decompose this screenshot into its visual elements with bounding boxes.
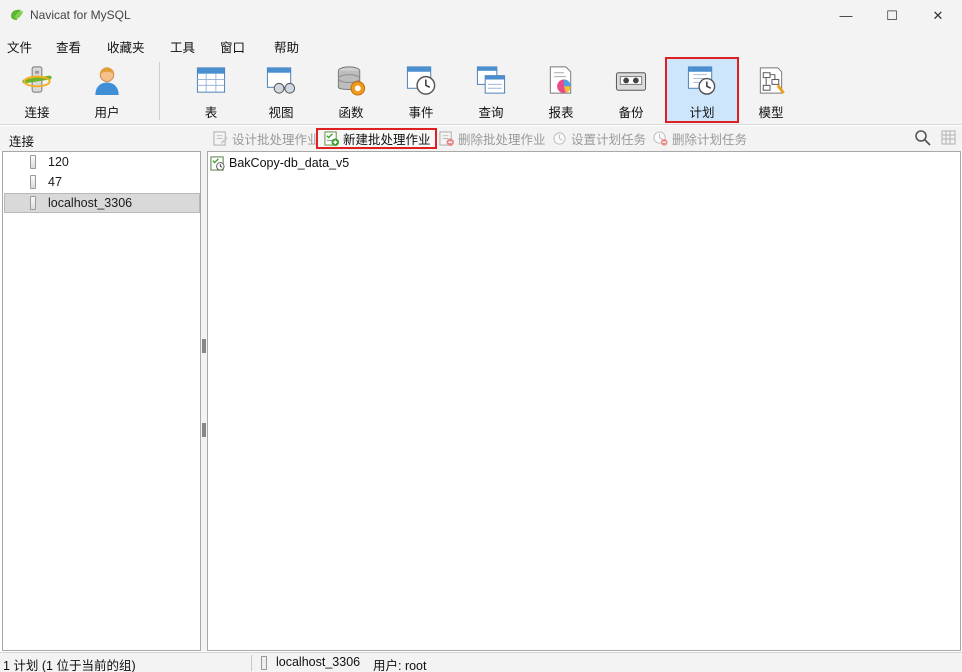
- new-job-icon: [324, 131, 339, 146]
- toolbar-backup-label: 备份: [618, 106, 644, 120]
- connection-item-47[interactable]: 47: [4, 172, 200, 192]
- collapse-left-icon[interactable]: [202, 339, 206, 353]
- schedule-icon: [687, 66, 716, 95]
- search-icon[interactable]: [914, 129, 931, 146]
- set-schedule-icon: [553, 132, 566, 145]
- query-icon: [476, 66, 506, 94]
- toolbar-schedule-button[interactable]: 计划: [665, 57, 739, 123]
- connection-name: localhost_3306: [48, 196, 133, 210]
- set-schedule-task-button[interactable]: 设置计划任务: [550, 128, 646, 149]
- job-name: BakCopy-db_data_v5: [229, 156, 350, 170]
- server-icon: [30, 155, 36, 169]
- toolbar-view-button[interactable]: 视图: [246, 59, 316, 121]
- menu-help[interactable]: 帮助: [274, 37, 299, 56]
- grid-view-icon[interactable]: [940, 129, 957, 146]
- connection-panel-header: 连接: [9, 135, 35, 149]
- toolbar-schedule-label: 计划: [689, 106, 715, 120]
- status-connection: localhost_3306: [276, 655, 361, 669]
- user-icon: [95, 67, 119, 96]
- design-batch-job-button[interactable]: 设计批处理作业: [211, 128, 320, 149]
- main-toolbar: 连接 用户 表 视图 函数 事件 查询 报表 备份 计划 模型: [0, 57, 962, 125]
- menu-favorites[interactable]: 收藏夹: [107, 37, 145, 56]
- design-job-icon: [213, 131, 228, 146]
- menu-bar: 文件 查看 收藏夹 工具 窗口 帮助: [0, 31, 962, 57]
- server-icon: [261, 656, 267, 670]
- schedule-object-list: BakCopy-db_data_v5: [207, 151, 961, 651]
- delete-schedule-task-button[interactable]: 删除计划任务: [651, 128, 747, 149]
- delete-schedule-task-label: 删除计划任务: [672, 133, 748, 147]
- window-title: Navicat for MySQL: [30, 8, 131, 22]
- toolbar-query-button[interactable]: 查询: [456, 59, 526, 121]
- server-icon: [30, 196, 36, 210]
- toolbar-function-label: 函数: [338, 106, 364, 120]
- collapse-right-icon[interactable]: [202, 423, 206, 437]
- toolbar-model-button[interactable]: 模型: [736, 59, 806, 121]
- connection-item-120[interactable]: 120: [4, 152, 200, 172]
- title-bar: Navicat for MySQL — ☐ ✕: [0, 0, 962, 31]
- toolbar-table-button[interactable]: 表: [176, 59, 246, 121]
- menu-window[interactable]: 窗口: [220, 37, 245, 56]
- design-batch-job-label: 设计批处理作业: [232, 133, 320, 147]
- set-schedule-task-label: 设置计划任务: [571, 133, 647, 147]
- toolbar-user-label: 用户: [94, 106, 120, 120]
- model-icon: [759, 67, 785, 94]
- toolbar-connection-button[interactable]: 连接: [2, 59, 72, 121]
- menu-file[interactable]: 文件: [7, 37, 32, 56]
- toolbar-view-label: 视图: [268, 106, 294, 120]
- delete-job-icon: [439, 131, 454, 146]
- delete-batch-job-button[interactable]: 删除批处理作业: [437, 128, 546, 149]
- navicat-logo-icon: [11, 9, 23, 20]
- close-icon: ✕: [932, 7, 944, 23]
- toolbar-user-button[interactable]: 用户: [72, 59, 142, 121]
- maximize-icon: ☐: [886, 7, 898, 23]
- connection-name: 47: [48, 175, 62, 189]
- toolbar-backup-button[interactable]: 备份: [596, 59, 666, 121]
- object-toolbar: 连接 设计批处理作业 新建批处理作业 删除批处理作业 设置计划任务 删除计划任务: [0, 126, 962, 151]
- new-batch-job-label: 新建批处理作业: [343, 133, 431, 147]
- backup-icon: [615, 72, 647, 91]
- toolbar-function-button[interactable]: 函数: [316, 59, 386, 121]
- batch-job-icon: [210, 155, 225, 171]
- status-bar: 1 计划 (1 位于当前的组) localhost_3306 用户: root: [0, 652, 962, 672]
- toolbar-connection-label: 连接: [24, 106, 50, 120]
- new-batch-job-button[interactable]: 新建批处理作业: [316, 128, 437, 149]
- toolbar-model-label: 模型: [758, 106, 784, 120]
- close-button[interactable]: ✕: [915, 0, 961, 31]
- connection-tree: 120 47 localhost_3306: [2, 151, 201, 651]
- maximize-button[interactable]: ☐: [869, 0, 915, 31]
- menu-view[interactable]: 查看: [56, 37, 81, 56]
- connection-name: 120: [48, 155, 69, 169]
- delete-batch-job-label: 删除批处理作业: [458, 133, 546, 147]
- toolbar-query-label: 查询: [478, 106, 504, 120]
- minimize-icon: —: [839, 8, 853, 23]
- status-divider: [251, 655, 252, 671]
- status-count: 1 计划 (1 位于当前的组): [3, 659, 136, 672]
- connection-item-localhost[interactable]: localhost_3306: [4, 193, 200, 213]
- minimize-button[interactable]: —: [823, 0, 869, 31]
- event-icon: [406, 66, 436, 95]
- toolbar-event-label: 事件: [408, 106, 434, 120]
- function-icon: [337, 66, 366, 96]
- toolbar-event-button[interactable]: 事件: [386, 59, 456, 121]
- toolbar-report-label: 报表: [548, 106, 574, 120]
- connection-icon: [22, 66, 52, 93]
- server-icon: [30, 175, 36, 189]
- status-user: 用户: root: [373, 659, 427, 672]
- toolbar-separator: [159, 62, 160, 120]
- toolbar-report-button[interactable]: 报表: [526, 59, 596, 121]
- delete-schedule-icon: [653, 131, 668, 146]
- toolbar-table-label: 表: [204, 106, 218, 120]
- table-icon: [196, 67, 226, 93]
- list-item[interactable]: BakCopy-db_data_v5: [210, 154, 349, 172]
- view-icon: [266, 67, 296, 94]
- menu-tools[interactable]: 工具: [170, 37, 195, 56]
- report-icon: [549, 66, 572, 94]
